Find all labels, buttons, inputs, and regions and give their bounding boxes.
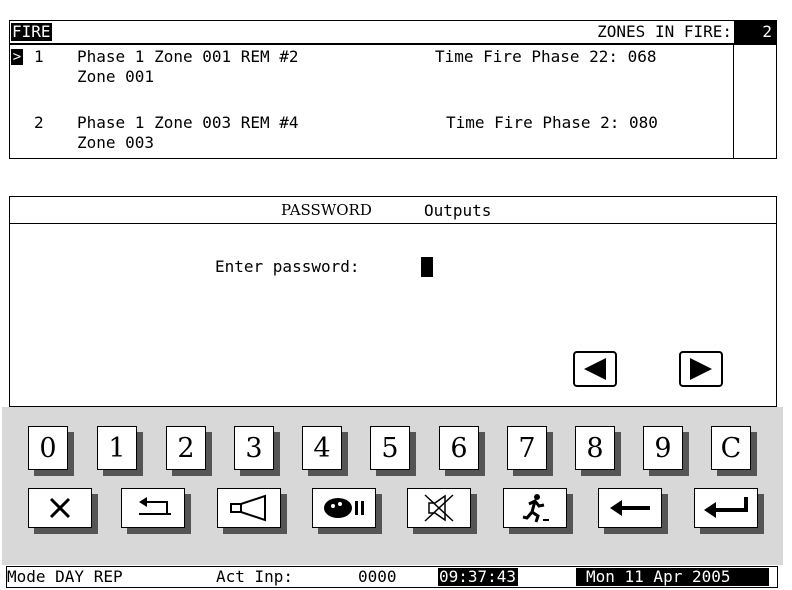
key-3[interactable]: 3 [234, 426, 274, 470]
key-6[interactable]: 6 [439, 426, 479, 470]
password-header: PASSWORD Outputs [10, 197, 776, 224]
fire-entry-zone: Zone 003 [77, 133, 155, 152]
cancel-button[interactable] [28, 488, 92, 528]
active-inputs-label: Act Inp: [216, 567, 294, 586]
key-5[interactable]: 5 [370, 426, 410, 470]
return-arrow-icon [139, 497, 171, 515]
fire-entry-time: Time Fire Phase 2: 080 [446, 113, 658, 132]
fire-entry-number: 1 [34, 47, 44, 66]
zones-in-fire-count: 2 [734, 21, 776, 43]
horn-button[interactable] [217, 488, 281, 528]
password-title: PASSWORD [281, 201, 372, 219]
back-button[interactable] [121, 488, 185, 528]
fire-panel: FIRE ZONES IN FIRE: 2 > 1 Phase 1 Zone 0… [9, 20, 777, 159]
fire-entry-time: Time Fire Phase 22: 068 [435, 47, 657, 66]
fire-entry-description: Phase 1 Zone 003 REM #4 [77, 113, 299, 132]
password-panel: PASSWORD Outputs Enter password: [9, 196, 777, 407]
key-clear[interactable]: C [711, 426, 751, 470]
clock-time: 09:37:43 [438, 567, 519, 586]
key-1[interactable]: 1 [97, 426, 137, 470]
nav-left-button[interactable] [573, 351, 617, 387]
fire-header: FIRE ZONES IN FIRE: 2 [10, 21, 776, 45]
password-subtitle: Outputs [424, 201, 492, 220]
fire-scroll-column [733, 45, 734, 158]
key-4[interactable]: 4 [302, 426, 342, 470]
backspace-arrow-icon [610, 500, 650, 516]
evacuate-icon [522, 494, 549, 523]
fire-entry-zone: Zone 001 [77, 67, 155, 86]
key-8[interactable]: 8 [575, 426, 615, 470]
status-bar: Mode DAY REP Act Inp: 0000 09:37:43 Mon … [6, 566, 778, 588]
mode-status: Mode DAY REP [7, 567, 123, 586]
horn-icon [230, 494, 266, 522]
right-triangle-icon [690, 358, 712, 380]
key-0[interactable]: 0 [28, 426, 68, 470]
evacuate-button[interactable] [503, 488, 567, 528]
password-input-caret[interactable] [421, 257, 433, 277]
backspace-button[interactable] [598, 488, 662, 528]
key-9[interactable]: 9 [643, 426, 683, 470]
zones-in-fire-label: ZONES IN FIRE: [597, 22, 732, 41]
active-inputs-value: 0000 [358, 567, 397, 586]
mute-speaker-icon [424, 494, 454, 522]
enter-button[interactable] [694, 488, 758, 528]
fire-entry-description: Phase 1 Zone 001 REM #2 [77, 47, 299, 66]
nav-right-button[interactable] [679, 351, 723, 387]
mute-button[interactable] [407, 488, 471, 528]
enter-arrow-icon [704, 497, 748, 518]
keypad: 0 1 2 3 4 5 6 7 8 9 C [2, 407, 783, 565]
left-triangle-icon [584, 358, 606, 380]
fire-label: FIRE [11, 22, 52, 41]
silence-bell-icon [324, 498, 364, 518]
fire-entry-number: 2 [34, 113, 44, 132]
silence-bell-button[interactable] [312, 488, 376, 528]
key-7[interactable]: 7 [507, 426, 547, 470]
selection-cursor: > [11, 49, 23, 65]
password-prompt: Enter password: [215, 257, 360, 276]
close-x-icon [49, 497, 71, 519]
key-2[interactable]: 2 [166, 426, 206, 470]
clock-date: Mon 11 Apr 2005 [576, 568, 769, 586]
